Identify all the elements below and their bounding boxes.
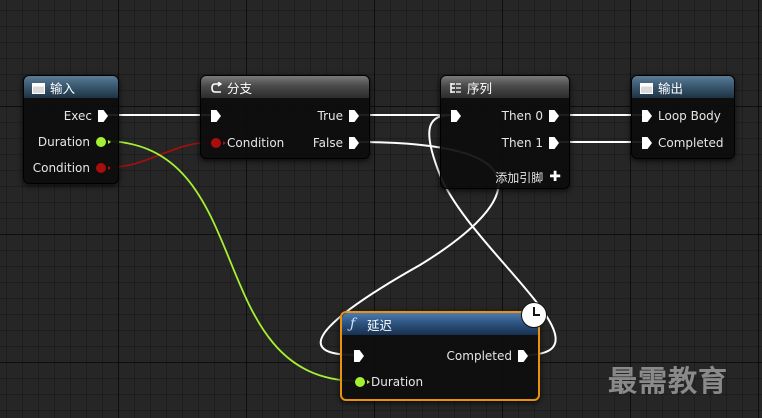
input-node-header[interactable]: 输入 <box>24 76 118 98</box>
add-pin-button[interactable]: 添加引脚 ✚ <box>495 168 561 186</box>
sequence-node-title: 序列 <box>467 80 493 96</box>
output-completed-pin[interactable] <box>642 137 652 149</box>
delay-node-title: 延迟 <box>367 317 393 333</box>
delay-duration-label: Duration <box>371 375 424 389</box>
sequence-icon <box>449 82 462 93</box>
branch-false-pin[interactable] <box>349 137 359 149</box>
sequence-exec-in-pin[interactable] <box>451 110 461 122</box>
delay-exec-in-pin[interactable] <box>354 350 364 362</box>
add-pin-label: 添加引脚 <box>495 170 544 185</box>
delay-node-header[interactable]: ƒ 延迟 <box>342 313 538 335</box>
plus-icon: ✚ <box>549 169 561 185</box>
function-icon: ƒ <box>350 316 356 332</box>
input-duration-label: Duration <box>37 135 90 149</box>
input-duration-pin[interactable] <box>96 137 111 147</box>
sequence-node-header[interactable]: 序列 <box>441 76 569 98</box>
sequence-then0-label: Then 0 <box>501 109 543 123</box>
sequence-then1-label: Then 1 <box>501 136 543 150</box>
output-node[interactable]: 输出 Loop Body Completed <box>631 75 735 159</box>
sequence-node[interactable]: 序列 Then 0 Then 1 添加引脚 ✚ <box>440 75 570 189</box>
delay-completed-label: Completed <box>446 349 512 363</box>
input-node[interactable]: 输入 Exec Duration Condition <box>23 75 119 184</box>
function-result-icon <box>640 82 653 94</box>
output-node-title: 输出 <box>658 80 684 96</box>
delay-node[interactable]: ƒ 延迟 Completed Duration <box>340 311 540 401</box>
sequence-then1-pin[interactable] <box>549 137 559 149</box>
branch-node-header[interactable]: 分支 <box>201 76 369 98</box>
input-condition-label: Condition <box>32 161 90 175</box>
output-completed-label: Completed <box>658 136 724 150</box>
branch-condition-pin[interactable] <box>211 138 226 148</box>
delay-completed-pin[interactable] <box>518 350 528 362</box>
branch-condition-label: Condition <box>227 136 285 150</box>
input-node-title: 输入 <box>50 80 76 96</box>
blueprint-graph-canvas[interactable]: 输入 Exec Duration Condition 分支 Condition <box>0 0 762 418</box>
clock-icon <box>521 302 547 328</box>
output-loopbody-pin[interactable] <box>642 110 652 122</box>
branch-true-pin[interactable] <box>349 110 359 122</box>
sequence-then0-pin[interactable] <box>549 110 559 122</box>
wire-duration-to-delay[interactable] <box>102 140 359 382</box>
branch-false-label: False <box>312 136 343 150</box>
branch-node[interactable]: 分支 Condition True False <box>200 75 370 159</box>
branch-node-title: 分支 <box>227 80 253 96</box>
function-entry-icon <box>32 82 45 94</box>
watermark-text: 最需教育 <box>608 364 729 398</box>
input-condition-pin[interactable] <box>96 163 111 173</box>
branch-exec-in-pin[interactable] <box>211 110 221 122</box>
output-node-header[interactable]: 输出 <box>632 76 734 98</box>
input-exec-pin[interactable] <box>98 110 108 122</box>
branch-true-label: True <box>317 109 344 123</box>
branch-icon <box>209 80 223 93</box>
output-loopbody-label: Loop Body <box>658 109 721 123</box>
input-exec-label: Exec <box>63 109 92 123</box>
delay-duration-pin[interactable] <box>355 377 370 387</box>
